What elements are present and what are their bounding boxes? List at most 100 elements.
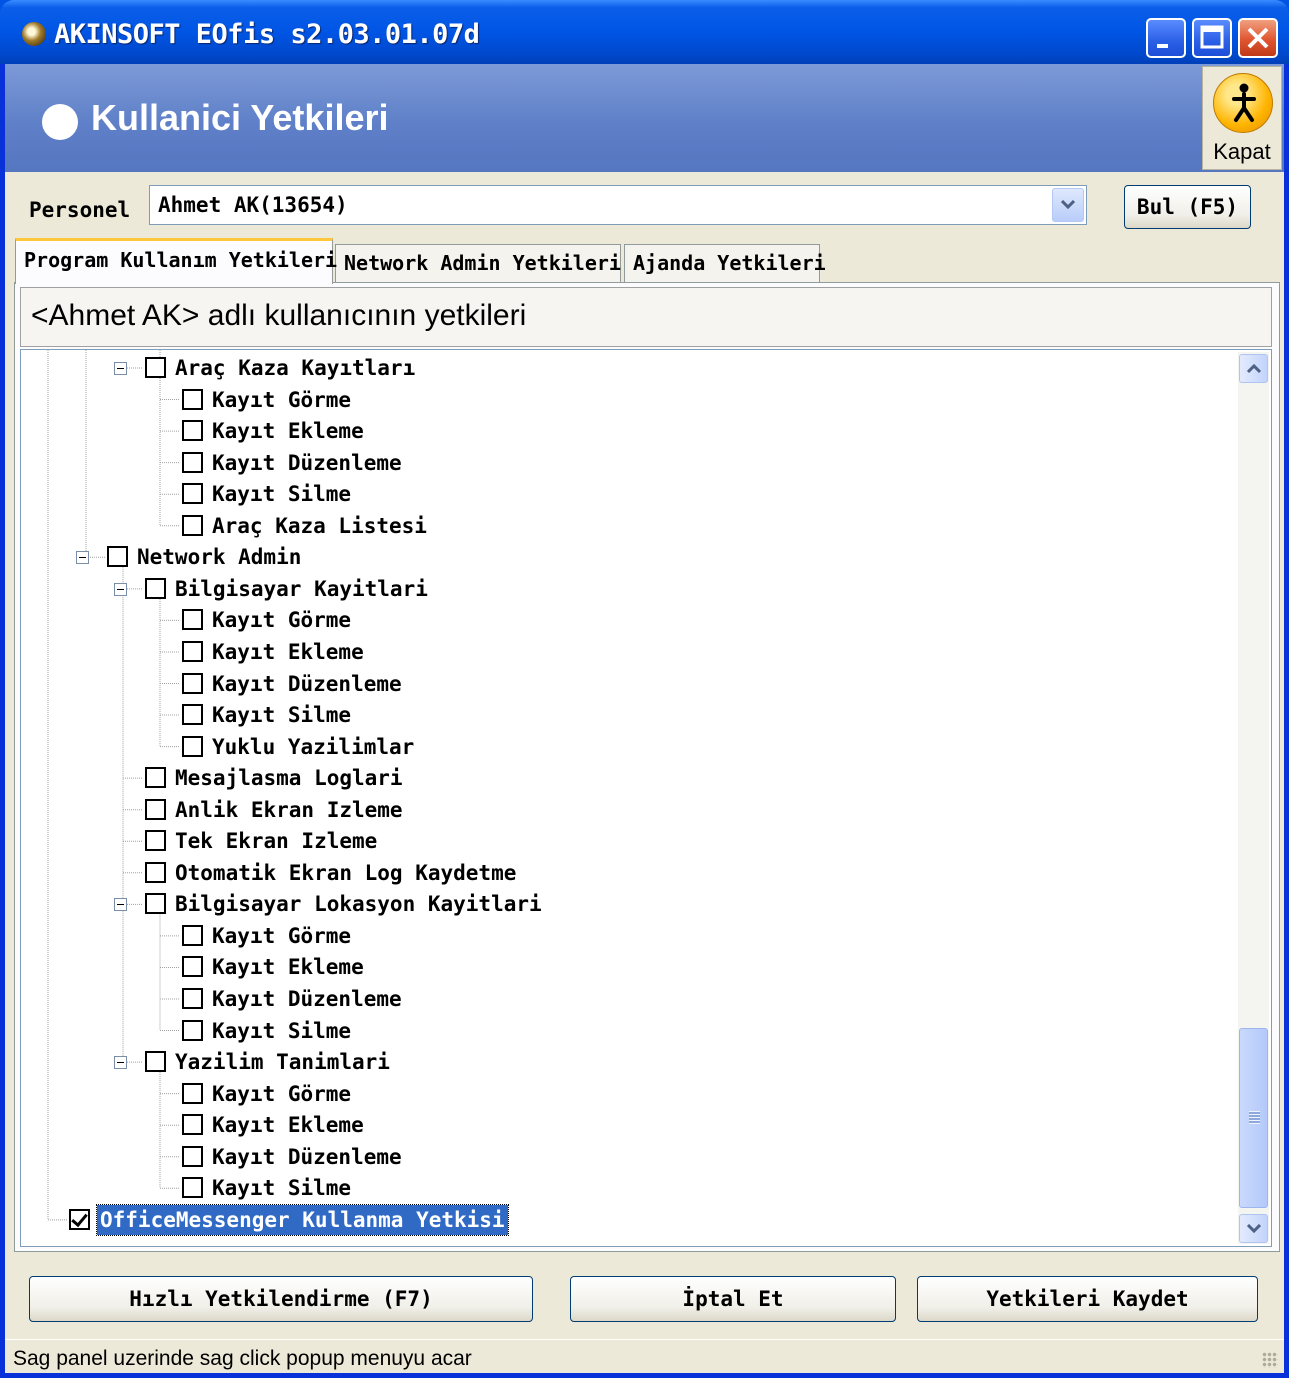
window-frame-bottom bbox=[0, 1373, 1289, 1378]
header-banner: Kullanici Yetkileri Kapat bbox=[5, 64, 1284, 172]
tab-ajanda[interactable]: Ajanda Yetkileri bbox=[624, 244, 826, 282]
checkbox-icon[interactable] bbox=[182, 1177, 203, 1199]
quick-authorize-button[interactable]: Hızlı Yetkilendirme (F7) bbox=[29, 1276, 533, 1322]
tree-node-label[interactable]: Mesajlasma Loglari bbox=[175, 763, 403, 793]
tree-node-label[interactable]: Kayıt Düzenleme bbox=[212, 448, 402, 478]
kapat-label: Kapat bbox=[1213, 139, 1271, 164]
banner-bullet-icon bbox=[42, 104, 78, 140]
close-button[interactable] bbox=[1238, 18, 1278, 58]
tree-node-label[interactable]: Yuklu Yazilimlar bbox=[212, 732, 414, 762]
checkbox-icon[interactable] bbox=[145, 1051, 166, 1073]
checkbox-icon[interactable] bbox=[182, 956, 203, 978]
panel-heading: <Ahmet AK> adlı kullanıcının yetkileri bbox=[20, 287, 1272, 347]
tree-node-label[interactable]: Kayıt Düzenleme bbox=[212, 984, 402, 1014]
checkbox-icon[interactable] bbox=[182, 924, 203, 946]
close-icon bbox=[1247, 27, 1269, 49]
exit-person-icon bbox=[1213, 73, 1273, 133]
checkbox-icon[interactable] bbox=[182, 483, 203, 505]
collapse-minus-icon[interactable] bbox=[76, 551, 89, 565]
checkbox-icon[interactable] bbox=[182, 1114, 203, 1136]
status-text: Sag panel uzerinde sag click popup menuy… bbox=[13, 1347, 472, 1370]
collapse-minus-icon[interactable] bbox=[114, 1056, 127, 1070]
tree-node-label[interactable]: OfficeMessenger Kullanma Yetkisi bbox=[96, 1203, 509, 1236]
checkbox-icon[interactable] bbox=[145, 893, 166, 915]
maximize-button[interactable] bbox=[1192, 18, 1232, 58]
scroll-grip-icon bbox=[1249, 1111, 1260, 1124]
tree-node-label[interactable]: Network Admin bbox=[137, 542, 301, 572]
tree-node-label[interactable]: Tek Ekran Izleme bbox=[175, 826, 377, 856]
checkbox-icon[interactable] bbox=[182, 388, 203, 410]
kapat-button[interactable]: Kapat bbox=[1202, 66, 1282, 170]
permissions-tree[interactable]: Araç Kaza Kayıtları Kayıt Görme Kayıt Ekle… bbox=[20, 349, 1272, 1247]
checkbox-icon[interactable] bbox=[182, 609, 203, 631]
checkbox-icon[interactable] bbox=[182, 704, 203, 726]
scroll-down-button[interactable] bbox=[1239, 1214, 1268, 1243]
checkbox-icon[interactable] bbox=[145, 577, 166, 599]
page-title: Kullanici Yetkileri bbox=[91, 97, 389, 138]
window-title: AKINSOFT EOfis s2.03.01.07d bbox=[54, 19, 480, 50]
tree-node-label[interactable]: Kayıt Silme bbox=[212, 1016, 351, 1046]
checkbox-icon[interactable] bbox=[182, 1145, 203, 1167]
app-window: AKINSOFT EOfis s2.03.01.07d Kullanici Ye… bbox=[0, 0, 1289, 1378]
tab-network-admin[interactable]: Network Admin Yetkileri bbox=[335, 244, 621, 282]
personel-label: Personel bbox=[29, 198, 131, 222]
tab-program-kullanim[interactable]: Program Kullanım Yetkileri bbox=[15, 238, 337, 284]
checkbox-icon[interactable] bbox=[145, 861, 166, 883]
checkbox-icon[interactable] bbox=[182, 735, 203, 757]
checkbox-icon[interactable] bbox=[182, 420, 203, 442]
checkbox-icon[interactable] bbox=[145, 357, 166, 378]
checkbox-icon[interactable] bbox=[182, 988, 203, 1009]
chevron-down-icon bbox=[1247, 1224, 1261, 1234]
checkbox-icon[interactable] bbox=[182, 514, 203, 536]
title-bar[interactable]: AKINSOFT EOfis s2.03.01.07d bbox=[0, 0, 1289, 64]
collapse-minus-icon[interactable] bbox=[114, 582, 127, 596]
tree-node-label[interactable]: Kayıt Görme bbox=[212, 921, 351, 951]
scroll-up-button[interactable] bbox=[1239, 354, 1268, 383]
maximize-icon bbox=[1200, 25, 1224, 49]
checkbox-icon[interactable] bbox=[182, 1082, 203, 1104]
find-button[interactable]: Bul (F5) bbox=[1124, 185, 1251, 229]
tree-node-label[interactable]: Kayıt Silme bbox=[212, 1173, 351, 1203]
tree-node-label[interactable]: Bilgisayar Kayitlari bbox=[175, 574, 428, 604]
checkbox-icon[interactable] bbox=[182, 672, 203, 694]
checkbox-icon[interactable] bbox=[145, 798, 166, 820]
checkbox-icon[interactable] bbox=[182, 640, 203, 662]
tree-node-label[interactable]: Yazilim Tanimlari bbox=[175, 1047, 390, 1077]
collapse-minus-icon[interactable] bbox=[114, 362, 127, 375]
checkbox-icon[interactable] bbox=[145, 767, 166, 789]
tree-node-label[interactable]: Kayıt Görme bbox=[212, 1079, 351, 1109]
tree-node-label[interactable]: Kayıt Ekleme bbox=[212, 637, 364, 667]
tree-node-label[interactable]: Kayıt Görme bbox=[212, 605, 351, 635]
minimize-button[interactable] bbox=[1146, 18, 1186, 58]
checkbox-checked-icon[interactable] bbox=[69, 1208, 90, 1230]
tree-node-label[interactable]: Kayıt Ekleme bbox=[212, 1110, 364, 1140]
cancel-button[interactable]: İptal Et bbox=[570, 1276, 896, 1322]
personel-combobox[interactable]: Ahmet AK(13654) bbox=[149, 185, 1087, 225]
tree-node-label[interactable]: Otomatik Ekran Log Kaydetme bbox=[175, 858, 516, 888]
save-permissions-button[interactable]: Yetkileri Kaydet bbox=[917, 1276, 1258, 1322]
tree-node-label[interactable]: Araç Kaza Kayıtları bbox=[175, 353, 415, 383]
tree-scrollbar[interactable] bbox=[1238, 352, 1269, 1244]
tree-node-label[interactable]: Kayıt Ekleme bbox=[212, 416, 364, 446]
tree-node-label[interactable]: Kayıt Silme bbox=[212, 479, 351, 509]
resize-grip-icon[interactable] bbox=[1262, 1352, 1278, 1368]
tree-node-label[interactable]: Bilgisayar Lokasyon Kayitlari bbox=[175, 889, 542, 919]
tree-node-label[interactable]: Kayıt Ekleme bbox=[212, 952, 364, 982]
checkbox-icon[interactable] bbox=[145, 830, 166, 852]
app-icon[interactable] bbox=[22, 22, 46, 46]
tree-node-label[interactable]: Kayıt Düzenleme bbox=[212, 669, 402, 699]
collapse-minus-icon[interactable] bbox=[114, 898, 127, 912]
scroll-thumb[interactable] bbox=[1239, 1028, 1268, 1208]
tree-node-label[interactable]: Kayıt Görme bbox=[212, 385, 351, 415]
personel-value: Ahmet AK(13654) bbox=[158, 193, 348, 217]
checkbox-icon[interactable] bbox=[182, 451, 203, 473]
checkbox-icon[interactable] bbox=[182, 1019, 203, 1041]
tree-node-label[interactable]: Anlik Ekran Izleme bbox=[175, 795, 403, 825]
chevron-up-icon bbox=[1247, 364, 1261, 374]
tree-node-label[interactable]: Kayıt Düzenleme bbox=[212, 1142, 402, 1172]
tree-node-label[interactable]: Kayıt Silme bbox=[212, 700, 351, 730]
combo-dropdown-button[interactable] bbox=[1052, 188, 1084, 222]
tree-node-label[interactable]: Araç Kaza Listesi bbox=[212, 511, 427, 541]
checkbox-icon[interactable] bbox=[107, 546, 128, 568]
window-frame-right bbox=[1284, 64, 1289, 1378]
